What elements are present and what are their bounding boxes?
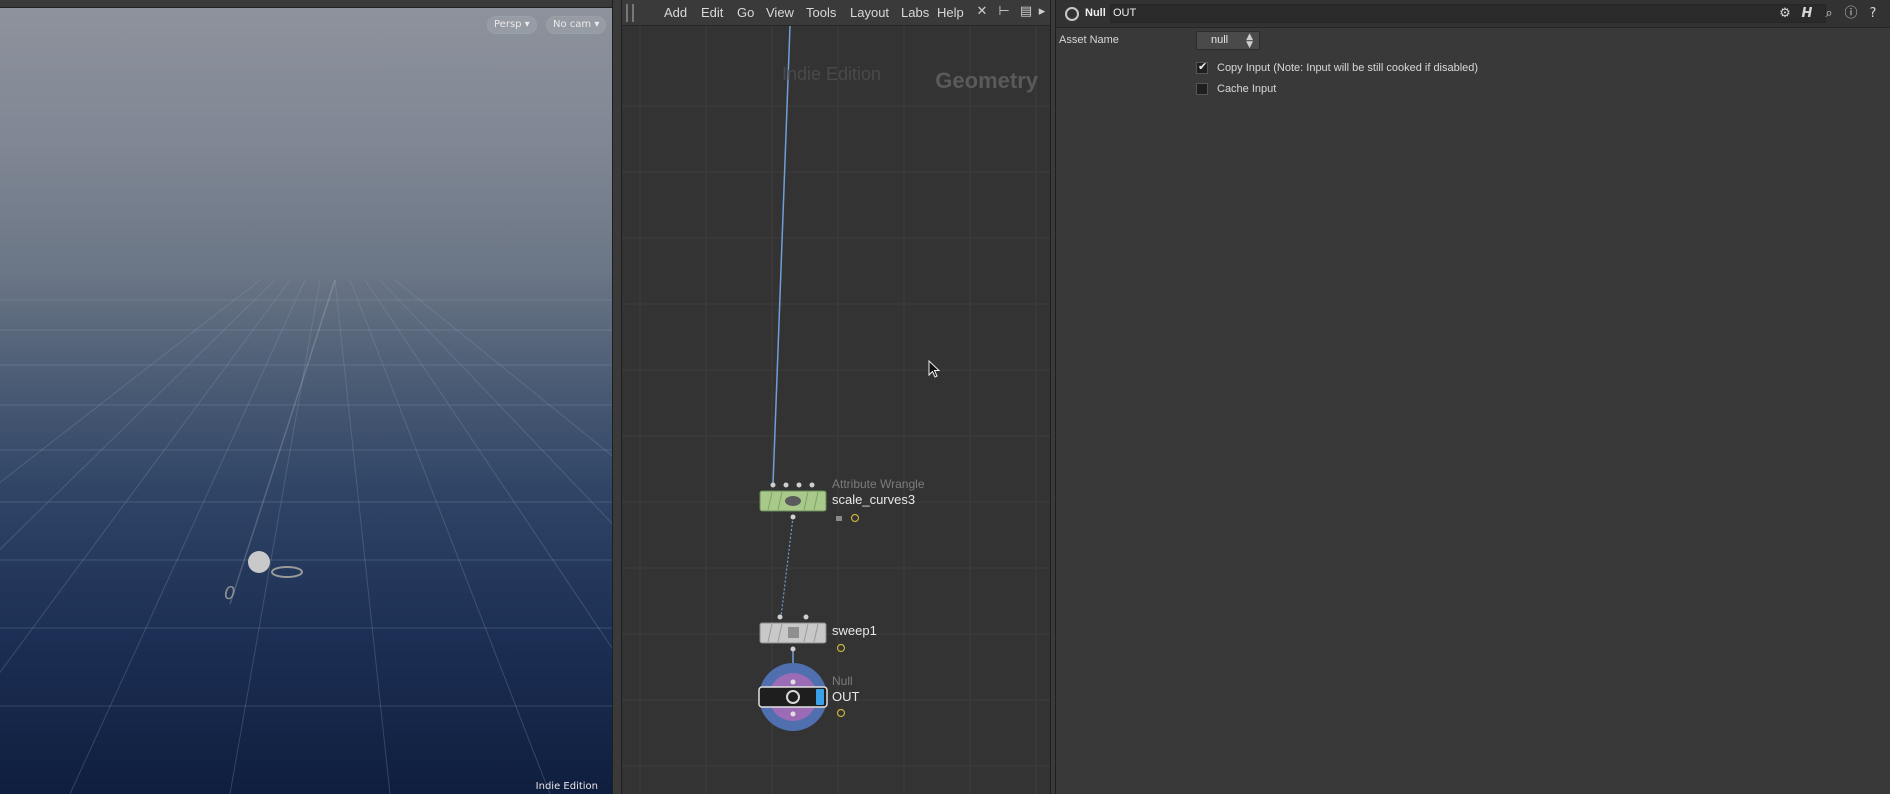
copy-input-label: Copy Input (Note: Input will be still co… bbox=[1217, 62, 1479, 74]
sweep-node[interactable] bbox=[758, 621, 828, 645]
parameter-editor: Null OUT ⚙ H ⌕ ⓘ ? Asset Name null ▲ ▼ ✔ … bbox=[1056, 0, 1890, 794]
menu-help[interactable]: Help bbox=[937, 5, 964, 20]
null-node-name[interactable]: OUT bbox=[832, 689, 859, 704]
menu-tools[interactable]: Tools bbox=[806, 5, 836, 20]
wrangle-node[interactable] bbox=[758, 489, 828, 513]
menu-layout[interactable]: Layout bbox=[850, 5, 889, 20]
null-node-icon[interactable] bbox=[1065, 7, 1079, 21]
network-editor[interactable]: Add Edit Go View Tools Layout Labs Help … bbox=[622, 0, 1050, 794]
checkmark-icon: ✔ bbox=[1198, 60, 1208, 73]
asset-name-label: Asset Name bbox=[1059, 34, 1119, 46]
null-node-type: Null bbox=[832, 674, 853, 688]
cache-input-checkbox[interactable] bbox=[1196, 83, 1208, 95]
tree-view-icon[interactable]: ⊢ bbox=[996, 4, 1012, 20]
viewport-edition-label: Indie Edition bbox=[535, 781, 598, 792]
list-view-icon[interactable]: ▤ bbox=[1018, 4, 1034, 20]
sweep-node-name[interactable]: sweep1 bbox=[832, 623, 877, 638]
axis-origin-label: 0 bbox=[224, 583, 235, 604]
expand-arrow-icon[interactable]: ▸ bbox=[1034, 4, 1050, 20]
wrangle-node-name[interactable]: scale_curves3 bbox=[832, 492, 915, 507]
houdini-help-icon[interactable]: H bbox=[1798, 5, 1816, 23]
menu-view[interactable]: View bbox=[766, 5, 794, 20]
menu-bar-handle[interactable] bbox=[626, 4, 634, 22]
cache-input-label: Cache Input bbox=[1217, 83, 1277, 95]
menu-edit[interactable]: Edit bbox=[701, 5, 723, 20]
sphere-object bbox=[248, 551, 270, 573]
parameter-header: Null OUT ⚙ H ⌕ ⓘ ? bbox=[1056, 0, 1890, 28]
perspective-menu-button[interactable]: Persp ▾ bbox=[487, 16, 537, 34]
circle-object bbox=[271, 566, 303, 578]
asset-name-select[interactable]: null ▲ ▼ bbox=[1196, 31, 1260, 50]
network-canvas[interactable]: Indie Edition Geometry Attribute Wrangle… bbox=[622, 26, 1050, 794]
copy-input-checkbox[interactable]: ✔ bbox=[1196, 60, 1208, 74]
camera-menu-button[interactable]: No cam ▾ bbox=[546, 16, 607, 34]
node-name-field[interactable]: OUT bbox=[1110, 4, 1826, 23]
network-context-label: Geometry bbox=[935, 68, 1038, 93]
ground-grid: 0 bbox=[0, 279, 612, 794]
scene-viewport[interactable]: 0 Persp ▾ No cam ▾ Indie Edition bbox=[0, 0, 612, 794]
gear-icon[interactable]: ⚙ bbox=[1776, 5, 1794, 23]
node-type-label: Null bbox=[1085, 7, 1106, 19]
pane-splitter-left[interactable] bbox=[612, 0, 622, 794]
dotted-wire bbox=[780, 516, 794, 618]
chevron-updown-icon: ▲ ▼ bbox=[1246, 32, 1253, 50]
null-node[interactable] bbox=[759, 663, 827, 731]
search-icon[interactable]: ⌕ bbox=[1820, 5, 1838, 23]
wrangle-node-type: Attribute Wrangle bbox=[832, 477, 925, 491]
mouse-cursor-icon bbox=[928, 360, 941, 378]
menu-labs[interactable]: Labs bbox=[901, 5, 929, 20]
help-icon[interactable]: ? bbox=[1864, 5, 1882, 23]
menu-go[interactable]: Go bbox=[737, 5, 754, 20]
network-edition-watermark: Indie Edition bbox=[782, 64, 882, 84]
menu-add[interactable]: Add bbox=[664, 5, 687, 20]
input-wire bbox=[772, 26, 791, 486]
asset-name-value: null bbox=[1211, 34, 1229, 46]
wrench-icon[interactable]: ✕ bbox=[974, 4, 990, 20]
info-icon[interactable]: ⓘ bbox=[1842, 5, 1860, 23]
network-menu-bar: Add Edit Go View Tools Layout Labs Help … bbox=[622, 0, 1050, 26]
